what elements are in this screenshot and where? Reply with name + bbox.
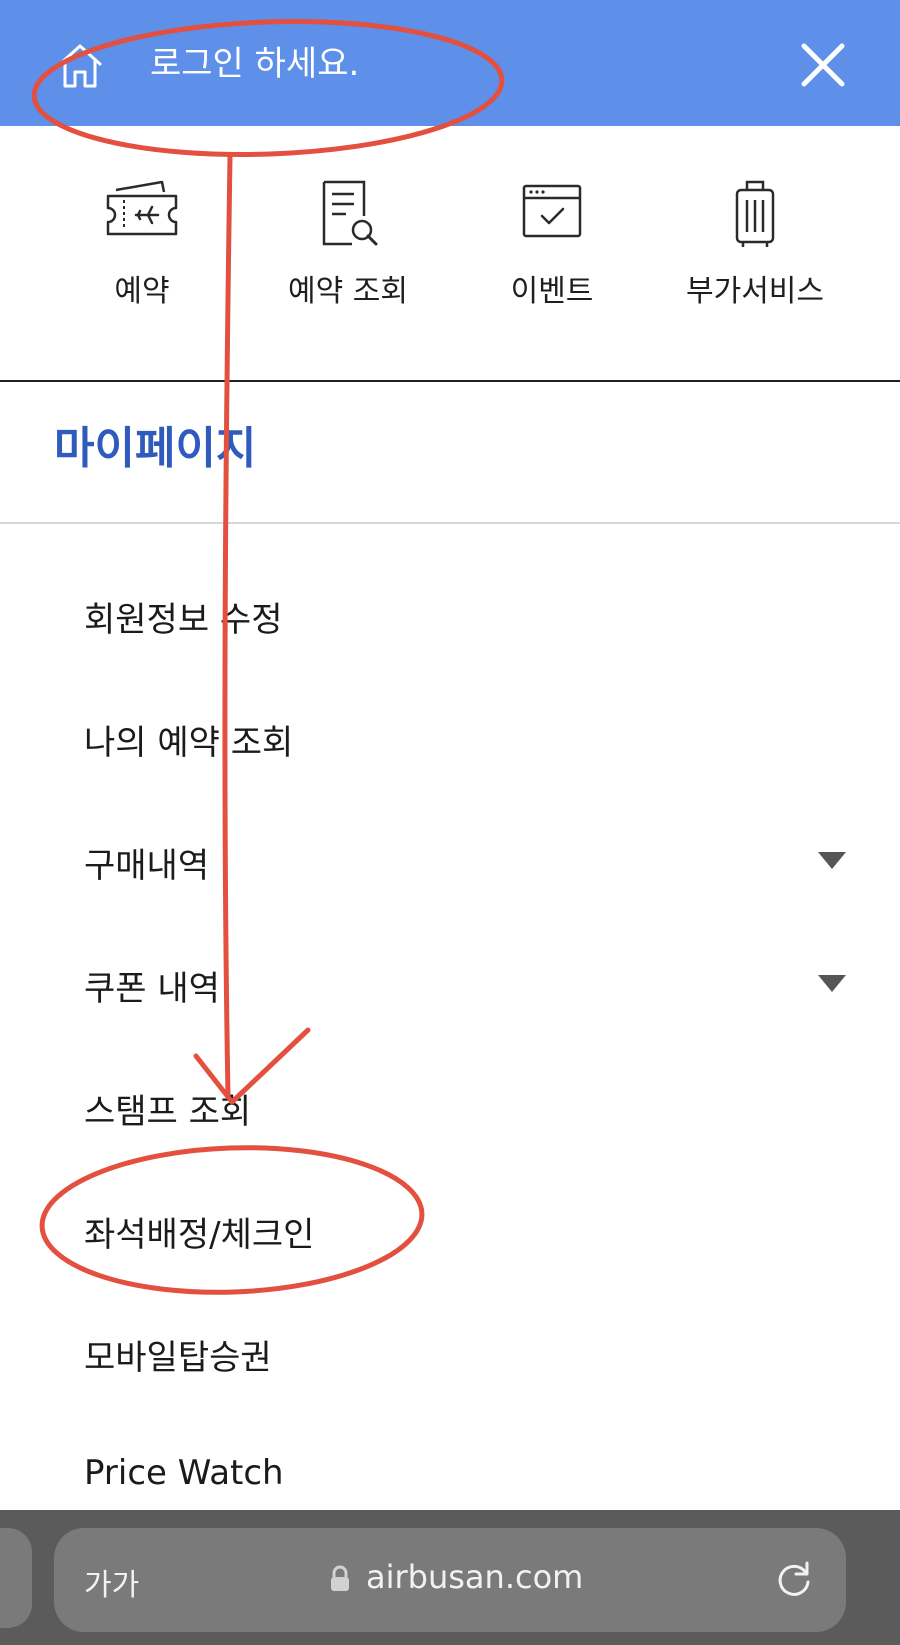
close-icon[interactable] — [796, 38, 850, 92]
plane-ticket-icon — [100, 178, 184, 250]
chevron-down-icon[interactable] — [818, 852, 846, 869]
quick-item-label: 예약 — [114, 274, 170, 309]
browser-address-bar: 가가 airbusan.com — [0, 1510, 900, 1645]
reload-icon[interactable] — [772, 1558, 816, 1602]
quick-item-additional-services[interactable]: 부가서비스 — [655, 178, 855, 328]
chevron-down-icon[interactable] — [818, 975, 846, 992]
quick-item-label: 이벤트 — [510, 274, 594, 309]
menu-item-price-watch[interactable]: Price Watch — [0, 1431, 900, 1521]
calendar-check-icon — [510, 178, 594, 250]
quick-item-event[interactable]: 이벤트 — [452, 178, 652, 328]
address-field[interactable]: 가가 airbusan.com — [54, 1528, 846, 1632]
menu-item-label: 나의 예약 조회 — [84, 723, 294, 763]
menu-item-edit-member-info[interactable]: 회원정보 수정 — [0, 570, 900, 660]
menu-item-mobile-boarding-pass[interactable]: 모바일탑승권 — [0, 1308, 900, 1398]
menu-item-label: Price Watch — [84, 1453, 284, 1493]
menu-item-coupon-history[interactable]: 쿠폰 내역 — [0, 939, 900, 1029]
menu-item-seat-checkin[interactable]: 좌석배정/체크인 — [0, 1185, 900, 1275]
section-divider — [0, 380, 900, 382]
text-size-button[interactable]: 가가 — [84, 1560, 139, 1604]
menu-item-purchase-history[interactable]: 구매내역 — [0, 816, 900, 906]
login-prompt-link[interactable]: 로그인 하세요. — [150, 36, 359, 92]
menu-item-label: 쿠폰 내역 — [84, 969, 220, 1009]
document-search-icon — [306, 178, 390, 250]
mobile-menu-screen: 로그인 하세요. 예약 예약 조회 이벤트 부가서비스 마이페이지 회원정보 수… — [0, 0, 900, 1645]
url-text: airbusan.com — [366, 1558, 584, 1596]
lock-icon — [329, 1565, 351, 1593]
menu-item-label: 회원정보 수정 — [84, 600, 283, 640]
quick-item-label: 부가서비스 — [686, 274, 824, 309]
home-icon[interactable] — [52, 38, 108, 94]
quick-item-reservation[interactable]: 예약 — [42, 178, 242, 328]
menu-item-label: 구매내역 — [84, 846, 210, 886]
quick-item-reservation-lookup[interactable]: 예약 조회 — [248, 178, 448, 328]
luggage-icon — [713, 178, 797, 250]
title-divider — [0, 522, 900, 524]
menu-header: 로그인 하세요. — [0, 0, 900, 126]
menu-item-stamp-lookup[interactable]: 스탬프 조회 — [0, 1062, 900, 1152]
menu-item-label: 스탬프 조회 — [84, 1092, 252, 1132]
mypage-title: 마이페이지 — [54, 423, 257, 474]
quick-item-label: 예약 조회 — [288, 274, 408, 309]
menu-item-label: 좌석배정/체크인 — [84, 1215, 315, 1255]
menu-item-label: 모바일탑승권 — [84, 1338, 272, 1378]
menu-item-my-reservations[interactable]: 나의 예약 조회 — [0, 693, 900, 783]
previous-tab[interactable] — [0, 1528, 32, 1628]
quick-menu: 예약 예약 조회 이벤트 부가서비스 — [0, 126, 900, 380]
